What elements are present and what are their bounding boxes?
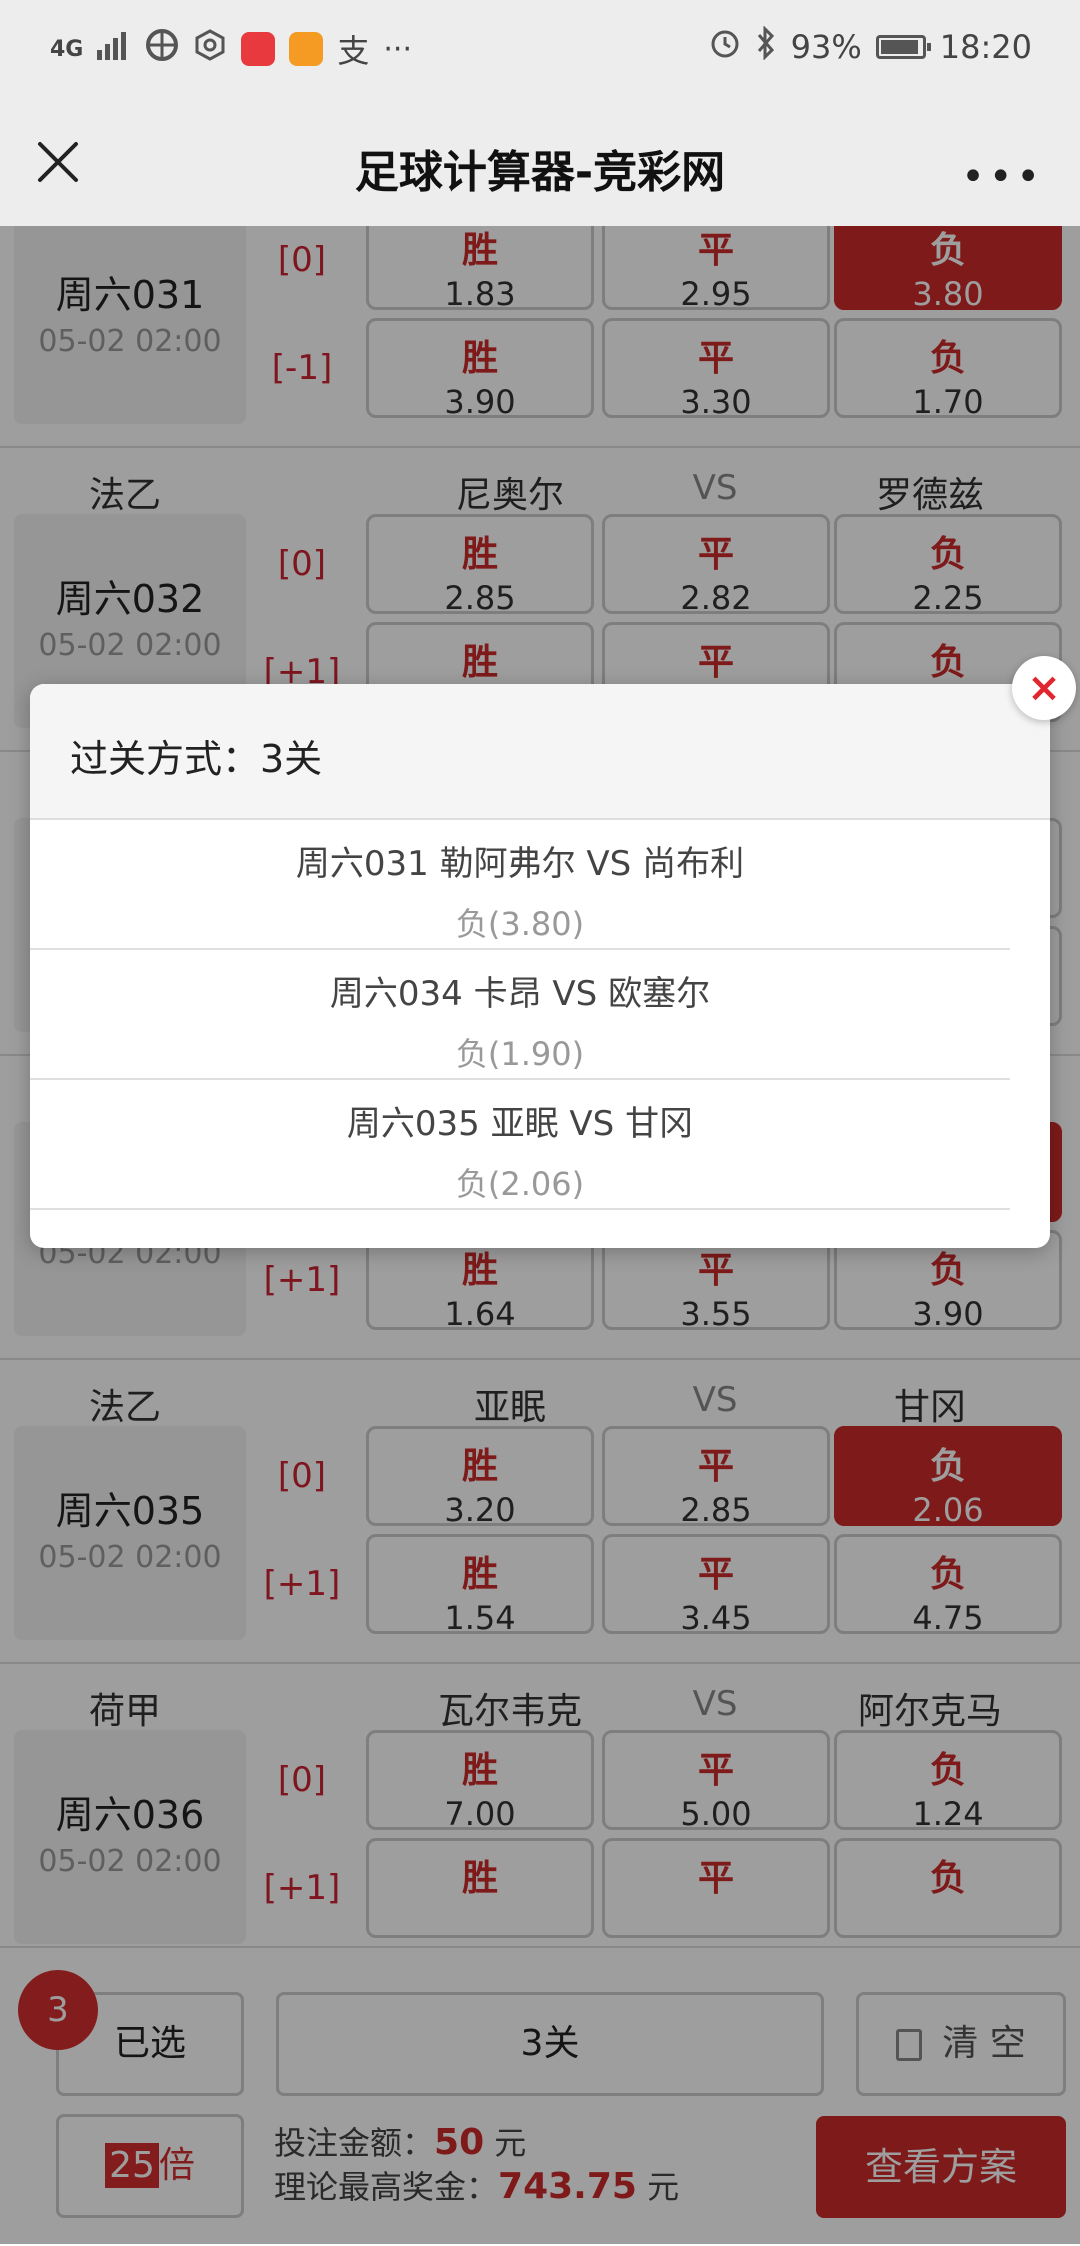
alipay-icon: 支 — [337, 32, 370, 70]
bluetooth-icon — [755, 25, 777, 68]
settings-hex-icon — [193, 28, 227, 70]
dialog-item-pick: 负(3.80) — [455, 905, 585, 943]
clock: 18:20 — [939, 28, 1032, 66]
dialog-item-match: 周六035 亚眠 VS 甘冈 — [346, 1104, 694, 1144]
dialog-title: 过关方式：3关 — [70, 737, 323, 781]
pass-type-dialog: 过关方式：3关 周六031 勒阿弗尔 VS 尚布利 负(3.80) 周六034 … — [30, 684, 1050, 1248]
app-icon — [145, 28, 179, 70]
dialog-item-pick: 负(1.90) — [455, 1035, 585, 1073]
dialog-close-icon[interactable]: × — [1012, 656, 1076, 720]
more-notifications-icon: ··· — [383, 31, 412, 67]
dialog-item-match: 周六034 卡昂 VS 欧塞尔 — [329, 974, 711, 1014]
dialog-item-pick: 负(2.06) — [455, 1165, 585, 1203]
status-left: 4G 支 ··· — [50, 26, 412, 72]
dialog-list-item: 周六035 亚眠 VS 甘冈 负(2.06) — [30, 1080, 1010, 1210]
page-title: 足球计算器-竞彩网 — [354, 147, 726, 198]
network-indicator: 4G — [50, 36, 84, 62]
dialog-header: 过关方式：3关 — [30, 684, 1050, 820]
title-bar: 足球计算器-竞彩网 ••• — [0, 98, 1080, 228]
more-menu-icon[interactable]: ••• — [961, 154, 1044, 200]
alarm-icon — [709, 27, 741, 67]
signal-icon — [97, 30, 131, 68]
status-bar: 4G 支 ··· 93% 18:20 — [0, 0, 1080, 98]
dialog-list-item: 周六031 勒阿弗尔 VS 尚布利 负(3.80) — [30, 820, 1010, 950]
video-app-icon — [289, 32, 324, 66]
status-right: 93% 18:20 — [709, 25, 1032, 68]
battery-icon — [875, 35, 931, 59]
dialog-item-match: 周六031 勒阿弗尔 VS 尚布利 — [295, 844, 745, 884]
battery-percent: 93% — [790, 28, 862, 66]
dialog-list-item: 周六034 卡昂 VS 欧塞尔 负(1.90) — [30, 950, 1010, 1080]
huawei-app-icon — [241, 32, 276, 66]
